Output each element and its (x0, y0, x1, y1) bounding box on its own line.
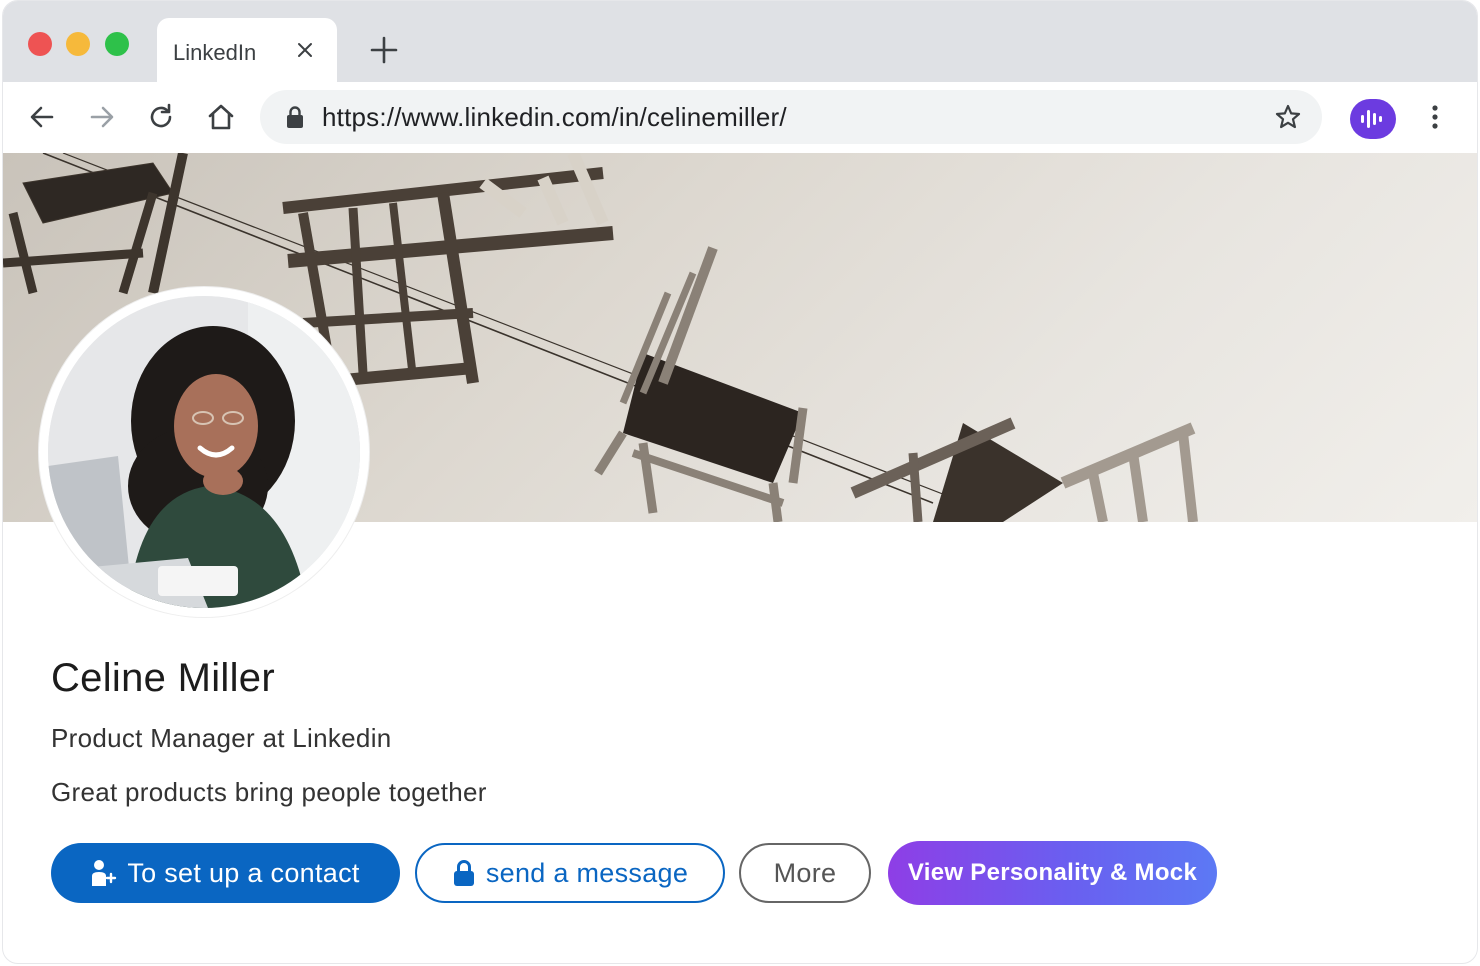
arrow-left-icon[interactable] (27, 102, 57, 132)
view-personality-button[interactable]: View Personality & Mock (888, 841, 1217, 905)
profile-tagline: Great products bring people together (51, 777, 487, 807)
close-window-button[interactable] (28, 32, 52, 56)
close-icon[interactable] (295, 40, 315, 60)
home-icon[interactable] (206, 102, 236, 132)
more-button[interactable]: More (739, 843, 871, 903)
profile-portrait-image (48, 296, 360, 608)
lock-icon (453, 860, 474, 886)
maximize-window-button[interactable] (105, 32, 129, 56)
lock-icon (287, 106, 303, 128)
extension-button[interactable] (1350, 99, 1396, 139)
send-message-label: send a message (485, 857, 689, 888)
star-icon[interactable] (1274, 103, 1302, 131)
connect-button-label: To set up a contact (127, 857, 360, 888)
browser-window: LinkedIn https://www.linkedin.com/in/cel… (2, 0, 1478, 964)
connect-button[interactable]: To set up a contact (51, 843, 400, 903)
avatar (48, 296, 360, 608)
profile-headline: Product Manager at Linkedin (51, 723, 392, 753)
new-tab-plus-icon[interactable] (369, 35, 399, 65)
more-button-label: More (773, 857, 837, 888)
profile-photo[interactable] (39, 287, 369, 617)
url-text[interactable]: https://www.linkedin.com/in/celinemiller… (322, 102, 787, 133)
voice-wave-icon (1361, 110, 1382, 128)
browser-toolbar: https://www.linkedin.com/in/celinemiller… (3, 82, 1477, 154)
kebab-menu-icon[interactable] (1425, 102, 1445, 132)
tab-linkedin[interactable]: LinkedIn (157, 18, 337, 82)
arrow-right-icon[interactable] (87, 102, 117, 132)
tab-title: LinkedIn (173, 40, 257, 65)
reload-icon[interactable] (146, 102, 176, 132)
profile-name: Celine Miller (51, 656, 275, 700)
view-personality-label: View Personality & Mock (907, 859, 1198, 886)
add-person-icon (92, 860, 117, 886)
minimize-window-button[interactable] (66, 32, 90, 56)
tab-strip: LinkedIn (3, 1, 1477, 82)
send-message-button[interactable]: send a message (415, 843, 725, 903)
address-bar[interactable]: https://www.linkedin.com/in/celinemiller… (260, 90, 1322, 144)
